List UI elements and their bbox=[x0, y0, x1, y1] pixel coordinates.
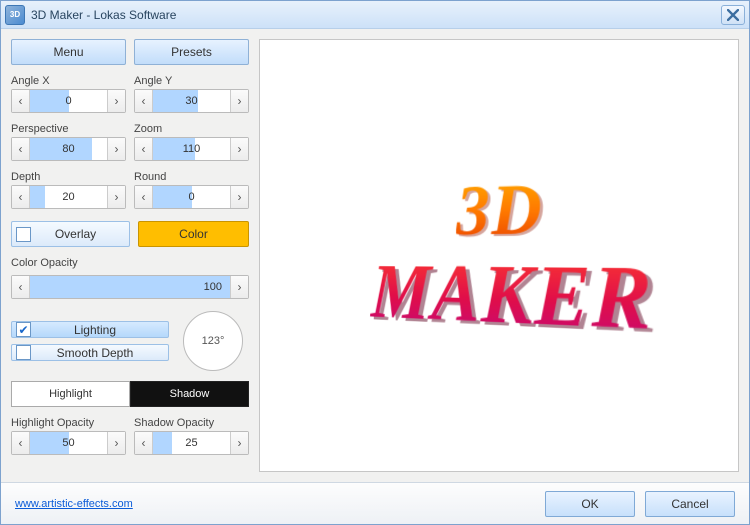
color-opacity-label: Color Opacity bbox=[11, 257, 249, 269]
lighting-angle-value: 123° bbox=[202, 335, 225, 347]
overlay-toggle[interactable]: Overlay bbox=[11, 221, 130, 247]
shadow-tab[interactable]: Shadow bbox=[130, 381, 249, 407]
chevron-left-icon[interactable]: ‹ bbox=[12, 90, 30, 112]
chevron-right-icon[interactable]: › bbox=[230, 276, 248, 298]
preview-panel: 3D MAKER bbox=[259, 39, 739, 472]
perspective-spinner[interactable]: ‹ 80 › bbox=[11, 137, 126, 161]
chevron-right-icon[interactable]: › bbox=[107, 138, 125, 160]
chevron-right-icon[interactable]: › bbox=[107, 90, 125, 112]
preview-text-line1: 3D bbox=[456, 167, 544, 252]
smooth-depth-toggle[interactable]: Smooth Depth bbox=[11, 344, 169, 361]
website-link[interactable]: www.artistic-effects.com bbox=[15, 498, 133, 510]
shadow-opacity-spinner[interactable]: ‹ 25 › bbox=[134, 431, 249, 455]
app-icon: 3D bbox=[5, 5, 25, 25]
angle-x-label: Angle X bbox=[11, 75, 126, 87]
chevron-left-icon[interactable]: ‹ bbox=[12, 432, 30, 454]
chevron-right-icon[interactable]: › bbox=[230, 432, 248, 454]
round-spinner[interactable]: ‹ 0 › bbox=[134, 185, 249, 209]
perspective-label: Perspective bbox=[11, 123, 126, 135]
depth-spinner[interactable]: ‹ 20 › bbox=[11, 185, 126, 209]
highlight-opacity-spinner[interactable]: ‹ 50 › bbox=[11, 431, 126, 455]
chevron-left-icon[interactable]: ‹ bbox=[135, 90, 153, 112]
titlebar: 3D 3D Maker - Lokas Software bbox=[1, 1, 749, 29]
angle-y-spinner[interactable]: ‹ 30 › bbox=[134, 89, 249, 113]
chevron-left-icon[interactable]: ‹ bbox=[12, 138, 30, 160]
close-button[interactable] bbox=[721, 5, 745, 25]
zoom-label: Zoom bbox=[134, 123, 249, 135]
chevron-left-icon[interactable]: ‹ bbox=[135, 186, 153, 208]
window-title: 3D Maker - Lokas Software bbox=[31, 8, 715, 22]
ok-button[interactable]: OK bbox=[545, 491, 635, 517]
lighting-toggle[interactable]: ✔ Lighting bbox=[11, 321, 169, 338]
menu-button[interactable]: Menu bbox=[11, 39, 126, 65]
round-label: Round bbox=[134, 171, 249, 183]
preview-text-line2: MAKER bbox=[369, 245, 655, 352]
depth-label: Depth bbox=[11, 171, 126, 183]
zoom-spinner[interactable]: ‹ 110 › bbox=[134, 137, 249, 161]
cancel-button[interactable]: Cancel bbox=[645, 491, 735, 517]
close-icon bbox=[727, 9, 739, 21]
content-area: Menu Presets Angle X ‹ 0 › Angle Y ‹ bbox=[1, 29, 749, 482]
chevron-left-icon[interactable]: ‹ bbox=[135, 432, 153, 454]
chevron-right-icon[interactable]: › bbox=[107, 186, 125, 208]
shadow-opacity-label: Shadow Opacity bbox=[134, 417, 249, 429]
chevron-right-icon[interactable]: › bbox=[230, 138, 248, 160]
chevron-left-icon[interactable]: ‹ bbox=[135, 138, 153, 160]
app-window: 3D 3D Maker - Lokas Software Menu Preset… bbox=[0, 0, 750, 525]
chevron-right-icon[interactable]: › bbox=[230, 186, 248, 208]
lighting-angle-dial[interactable]: 123° bbox=[183, 311, 243, 371]
chevron-right-icon[interactable]: › bbox=[230, 90, 248, 112]
chevron-left-icon[interactable]: ‹ bbox=[12, 186, 30, 208]
color-button[interactable]: Color bbox=[138, 221, 249, 247]
controls-panel: Menu Presets Angle X ‹ 0 › Angle Y ‹ bbox=[11, 39, 249, 472]
color-opacity-spinner[interactable]: ‹ 100 › bbox=[11, 275, 249, 299]
color-button-label: Color bbox=[179, 227, 208, 241]
chevron-right-icon[interactable]: › bbox=[107, 432, 125, 454]
presets-button[interactable]: Presets bbox=[134, 39, 249, 65]
highlight-tab[interactable]: Highlight bbox=[11, 381, 130, 407]
angle-x-spinner[interactable]: ‹ 0 › bbox=[11, 89, 126, 113]
angle-y-label: Angle Y bbox=[134, 75, 249, 87]
footer: www.artistic-effects.com OK Cancel bbox=[1, 482, 749, 524]
highlight-opacity-label: Highlight Opacity bbox=[11, 417, 126, 429]
chevron-left-icon[interactable]: ‹ bbox=[12, 276, 30, 298]
